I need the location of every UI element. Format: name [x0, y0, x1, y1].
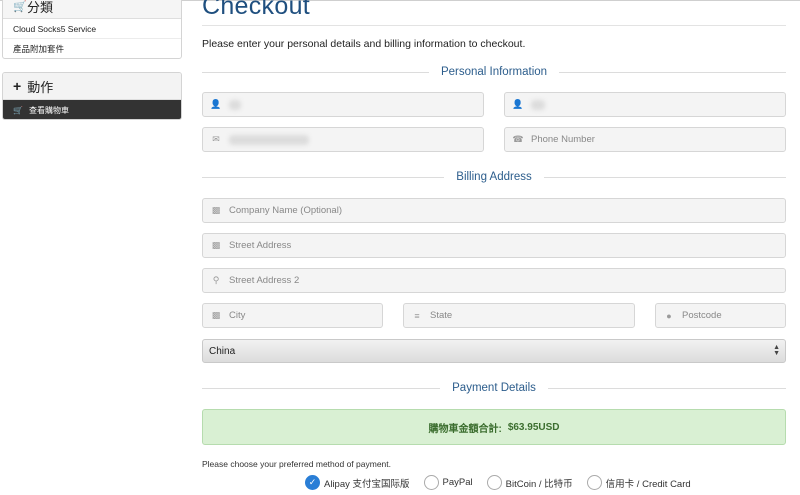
payment-methods: ✓ Alipay 支付宝国际版 PayPal BitCoin / 比特币 信用卡… [305, 475, 705, 490]
user-icon: 👤 [210, 99, 222, 109]
payment-option-label: Alipay 支付宝国际版 [324, 478, 410, 490]
actions-title: 動作 [27, 79, 54, 95]
state-field[interactable]: ≡ State [403, 303, 635, 328]
payment-option-label: 信用卡 / Credit Card [605, 478, 691, 490]
page-title: Checkout [202, 0, 311, 20]
last-name-field[interactable]: 👤 [504, 92, 786, 117]
first-name-field[interactable]: 👤 [202, 92, 484, 117]
street-address-field[interactable]: ▩ Street Address [202, 233, 786, 258]
country-selected-value: China [209, 345, 236, 357]
category-item-cloud-socks5[interactable]: Cloud Socks5 Service [3, 19, 181, 39]
section-title: Payment Details [452, 382, 536, 394]
radio-unchecked-icon[interactable] [423, 475, 439, 490]
phone-field[interactable]: ☎ Phone Number [504, 127, 786, 152]
radio-checked-icon[interactable]: ✓ [305, 475, 320, 490]
cart-icon: 🛒 [13, 105, 23, 115]
sidebar-item-view-cart[interactable]: 🛒 查看購物車 [3, 100, 181, 119]
divider [202, 176, 445, 178]
redacted-value [229, 99, 241, 110]
plus-icon: + [13, 78, 22, 94]
signpost-icon: ≡ [414, 310, 420, 321]
section-title: Billing Address [456, 171, 532, 183]
payment-option-paypal[interactable]: PayPal [423, 475, 473, 490]
actions-panel: + 動作 🛒 查看購物車 [2, 72, 182, 120]
redacted-value [229, 134, 309, 145]
section-personal-information: Personal Information [202, 65, 786, 79]
payment-method-prompt: Please choose your preferred method of p… [202, 459, 391, 469]
redacted-value [531, 99, 545, 110]
select-arrows-icon: ▲ ▼ [773, 344, 780, 357]
section-payment-details: Payment Details [202, 381, 787, 395]
categories-header: 🛒 分類 [3, 0, 181, 19]
category-item-label: 產品附加套件 [13, 44, 65, 54]
country-select[interactable]: China ▲ ▼ [202, 339, 786, 363]
envelope-icon: ✉ [212, 134, 220, 144]
map-marker-icon: ⚲ [212, 275, 220, 285]
sidebar-item-label: 查看購物車 [28, 105, 69, 115]
company-name-field[interactable]: ▩ Company Name (Optional) [202, 198, 786, 223]
company-placeholder: Company Name (Optional) [229, 205, 342, 216]
cart-total-amount: $63.95USD [507, 421, 560, 433]
divider [543, 176, 786, 178]
payment-option-credit-card[interactable]: 信用卡 / Credit Card [586, 475, 691, 490]
payment-option-label: BitCoin / 比特币 [505, 478, 573, 490]
circle-icon: ● [666, 310, 672, 321]
city-field[interactable]: ▩ City [202, 303, 383, 328]
city-placeholder: City [229, 310, 246, 321]
categories-title: 分類 [27, 0, 54, 15]
category-item-addons[interactable]: 產品附加套件 [3, 39, 181, 58]
email-field[interactable]: ✉ [202, 127, 484, 152]
street-placeholder: Street Address [229, 240, 292, 251]
category-item-label: Cloud Socks5 Service [13, 23, 97, 34]
building-icon: ▩ [211, 310, 221, 320]
cart-icon: 🛒 [13, 1, 27, 13]
user-icon: 👤 [512, 99, 524, 109]
building-icon: ▩ [211, 240, 221, 250]
payment-option-bitcoin[interactable]: BitCoin / 比特币 [486, 475, 573, 490]
postcode-field[interactable]: ● Postcode [655, 303, 786, 328]
divider [202, 387, 441, 389]
intro-text: Please enter your personal details and b… [202, 38, 526, 50]
divider [202, 71, 429, 73]
postcode-placeholder: Postcode [682, 310, 722, 321]
cart-total-label: 購物車金額合計: [428, 423, 502, 435]
categories-panel: 🛒 分類 Cloud Socks5 Service 產品附加套件 [2, 0, 182, 59]
section-billing-address: Billing Address [202, 170, 786, 184]
radio-unchecked-icon[interactable] [586, 475, 602, 490]
payment-option-alipay[interactable]: ✓ Alipay 支付宝国际版 [305, 475, 410, 490]
actions-header: + 動作 [3, 73, 181, 100]
title-divider [202, 25, 786, 26]
section-title: Personal Information [440, 66, 548, 78]
phone-icon: ☎ [512, 134, 524, 144]
state-placeholder: State [430, 310, 453, 321]
street2-placeholder: Street Address 2 [229, 275, 300, 286]
cart-total-box: 購物車金額合計: $63.95USD [202, 409, 786, 445]
building-icon: ▩ [211, 205, 221, 215]
divider [559, 71, 786, 73]
divider [547, 387, 787, 389]
phone-placeholder: Phone Number [531, 134, 595, 145]
street-address-2-field[interactable]: ⚲ Street Address 2 [202, 268, 786, 293]
radio-unchecked-icon[interactable] [486, 475, 502, 490]
payment-option-label: PayPal [442, 477, 473, 488]
